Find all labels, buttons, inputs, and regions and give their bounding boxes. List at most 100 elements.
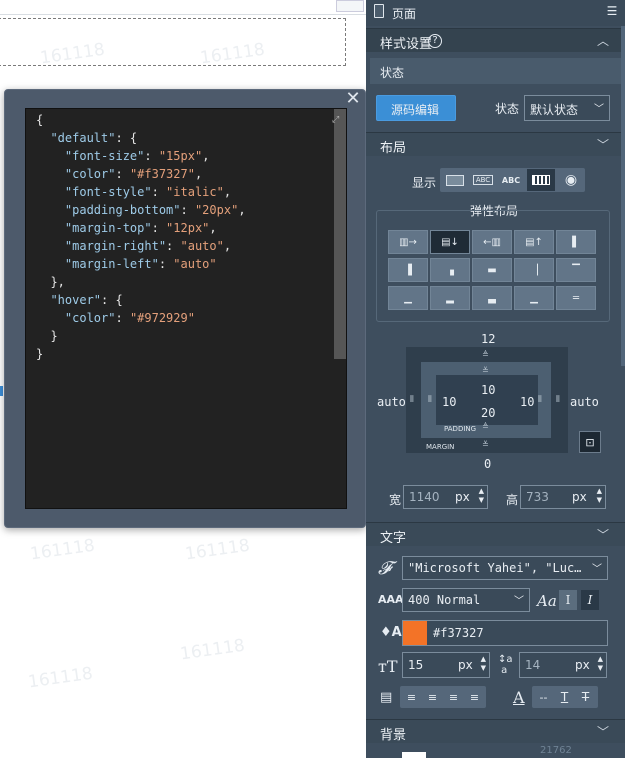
code-token: ,: [223, 239, 232, 253]
decoration-none-icon[interactable]: --: [534, 688, 553, 706]
code-text[interactable]: { "default": { "font-size": "15px", "col…: [36, 111, 246, 363]
background-header[interactable]: 背景 ﹀: [366, 719, 625, 743]
text-header[interactable]: 文字 ﹀: [366, 522, 625, 546]
text-align-icon: ▤: [380, 690, 393, 705]
display-text-icon[interactable]: ABC: [498, 170, 524, 190]
code-line[interactable]: "default": {: [36, 129, 246, 147]
padding-left-handle-icon[interactable]: ⫴: [428, 395, 432, 405]
width-stepper-icon[interactable]: ▲ ▼: [479, 487, 484, 505]
flex-option-icon[interactable]: ═: [556, 286, 596, 310]
flex-option-icon[interactable]: ▌: [556, 230, 596, 254]
flex-option-icon[interactable]: ▁: [514, 286, 554, 310]
margin-top-handle-icon[interactable]: ≜: [482, 350, 489, 359]
font-size-stepper-icon[interactable]: ▲ ▼: [481, 655, 486, 673]
display-inline-block-icon[interactable]: [527, 169, 555, 191]
code-line[interactable]: "margin-left": "auto": [36, 255, 246, 273]
flex-option-icon[interactable]: ▐: [388, 258, 428, 282]
code-line[interactable]: "margin-right": "auto",: [36, 237, 246, 255]
panel-scrollbar[interactable]: [621, 26, 625, 366]
chevron-up-icon[interactable]: ︿: [597, 32, 609, 49]
flex-option-icon[interactable]: ▤↑: [514, 230, 554, 254]
center-align-icon[interactable]: ⊡: [579, 431, 601, 453]
resize-icon[interactable]: ⤢: [332, 115, 342, 125]
flex-option-icon[interactable]: ▃: [472, 286, 512, 310]
code-line[interactable]: "margin-top": "12px",: [36, 219, 246, 237]
chevron-down-icon[interactable]: ﹀: [597, 136, 609, 153]
code-line[interactable]: {: [36, 111, 246, 129]
padding-top-handle-icon[interactable]: ≚: [482, 366, 489, 375]
flex-option-icon[interactable]: ▬: [472, 258, 512, 282]
state-select[interactable]: 默认状态 ﹀: [524, 95, 610, 121]
code-line[interactable]: }: [36, 345, 246, 363]
code-line[interactable]: "font-style": "italic",: [36, 183, 246, 201]
margin-bottom-value[interactable]: 0: [484, 457, 491, 471]
padding-top-value[interactable]: 10: [481, 383, 495, 397]
padding-bottom-value[interactable]: 20: [481, 406, 495, 420]
editor-scrollbar[interactable]: [334, 109, 346, 359]
line-height-stepper-icon[interactable]: ▲ ▼: [598, 655, 603, 673]
color-input[interactable]: #f37327: [402, 620, 608, 646]
height-unit[interactable]: px: [572, 490, 587, 504]
padding-right-value[interactable]: 10: [520, 395, 534, 409]
flex-option-icon[interactable]: ▤↓: [430, 230, 470, 254]
close-icon[interactable]: ✕: [344, 90, 362, 108]
strikethrough-icon[interactable]: T: [576, 688, 595, 706]
padding-left-value[interactable]: 10: [442, 395, 456, 409]
source-edit-button[interactable]: 源码编辑: [376, 95, 456, 121]
background-swatch[interactable]: [402, 752, 426, 758]
font-size-input[interactable]: 15 px ▲ ▼: [402, 652, 490, 678]
margin-right-value[interactable]: auto: [570, 395, 599, 409]
flex-option-icon[interactable]: ▂: [430, 286, 470, 310]
display-block-icon[interactable]: [442, 170, 468, 190]
margin-left-value[interactable]: auto: [377, 395, 406, 409]
code-line[interactable]: "color": "#f37327",: [36, 165, 246, 183]
flex-option-icon[interactable]: ←▥: [472, 230, 512, 254]
code-line[interactable]: },: [36, 273, 246, 291]
code-line[interactable]: "color": "#972929": [36, 309, 246, 327]
tree-icon[interactable]: ☰: [605, 4, 619, 18]
flex-option-icon[interactable]: ▗: [430, 258, 470, 282]
color-swatch[interactable]: [403, 621, 427, 645]
font-size-unit[interactable]: px: [458, 658, 473, 672]
code-line[interactable]: }: [36, 327, 246, 345]
height-input[interactable]: 733 px ▲ ▼: [520, 485, 606, 509]
flex-option-icon[interactable]: ▁: [388, 286, 428, 310]
line-height-input[interactable]: 14 px ▲ ▼: [519, 652, 607, 678]
line-height-unit[interactable]: px: [575, 658, 590, 672]
margin-right-handle-icon[interactable]: ⫴: [556, 395, 560, 405]
code-editor[interactable]: { "default": { "font-size": "15px", "col…: [25, 108, 347, 509]
margin-top-value[interactable]: 12: [481, 332, 495, 346]
underline-icon[interactable]: T: [555, 688, 574, 706]
padding-bottom-handle-icon[interactable]: ≜: [482, 422, 489, 431]
height-label: 高: [506, 493, 519, 507]
margin-bottom-handle-icon[interactable]: ≚: [482, 440, 489, 449]
code-line[interactable]: "hover": {: [36, 291, 246, 309]
chevron-down-icon[interactable]: ﹀: [597, 526, 609, 543]
margin-left-handle-icon[interactable]: ⫴: [410, 395, 414, 405]
flex-option-icon[interactable]: ▕: [514, 258, 554, 282]
flex-option-icon[interactable]: ▔: [556, 258, 596, 282]
flex-option-icon[interactable]: ▥→: [388, 230, 428, 254]
text-align-group: ≡ ≡ ≡ ≡: [400, 686, 486, 708]
width-unit[interactable]: px: [455, 490, 470, 504]
align-right-icon[interactable]: ≡: [444, 688, 463, 706]
font-weight-select[interactable]: 400 Normal ﹀: [402, 588, 530, 612]
help-icon[interactable]: ?: [428, 34, 442, 48]
padding-right-handle-icon[interactable]: ⫴: [538, 395, 542, 405]
eye-icon[interactable]: ◉: [558, 170, 584, 190]
align-center-icon[interactable]: ≡: [423, 688, 442, 706]
chevron-down-icon[interactable]: ﹀: [597, 723, 609, 740]
font-family-select[interactable]: "Microsoft Yahei", "Luc… ﹀: [402, 556, 608, 580]
code-line[interactable]: "padding-bottom": "20px",: [36, 201, 246, 219]
normal-style-icon[interactable]: I: [559, 590, 577, 610]
layout-header[interactable]: 布局 ﹀: [366, 132, 625, 156]
properties-panel: 页面 ☰ 样式设置 ? ︿ 状态 源码编辑 状态 默认状态 ﹀ 布局 ﹀ 显示 …: [366, 0, 625, 758]
align-left-icon[interactable]: ≡: [402, 688, 421, 706]
italic-style-icon[interactable]: I: [581, 590, 599, 610]
display-inline-icon[interactable]: ABC: [470, 170, 496, 190]
width-input[interactable]: 1140 px ▲ ▼: [403, 485, 488, 509]
code-line[interactable]: "font-size": "15px",: [36, 147, 246, 165]
height-stepper-icon[interactable]: ▲ ▼: [597, 487, 602, 505]
style-settings-header[interactable]: 样式设置 ? ︿: [366, 28, 625, 52]
align-justify-icon[interactable]: ≡: [465, 688, 484, 706]
